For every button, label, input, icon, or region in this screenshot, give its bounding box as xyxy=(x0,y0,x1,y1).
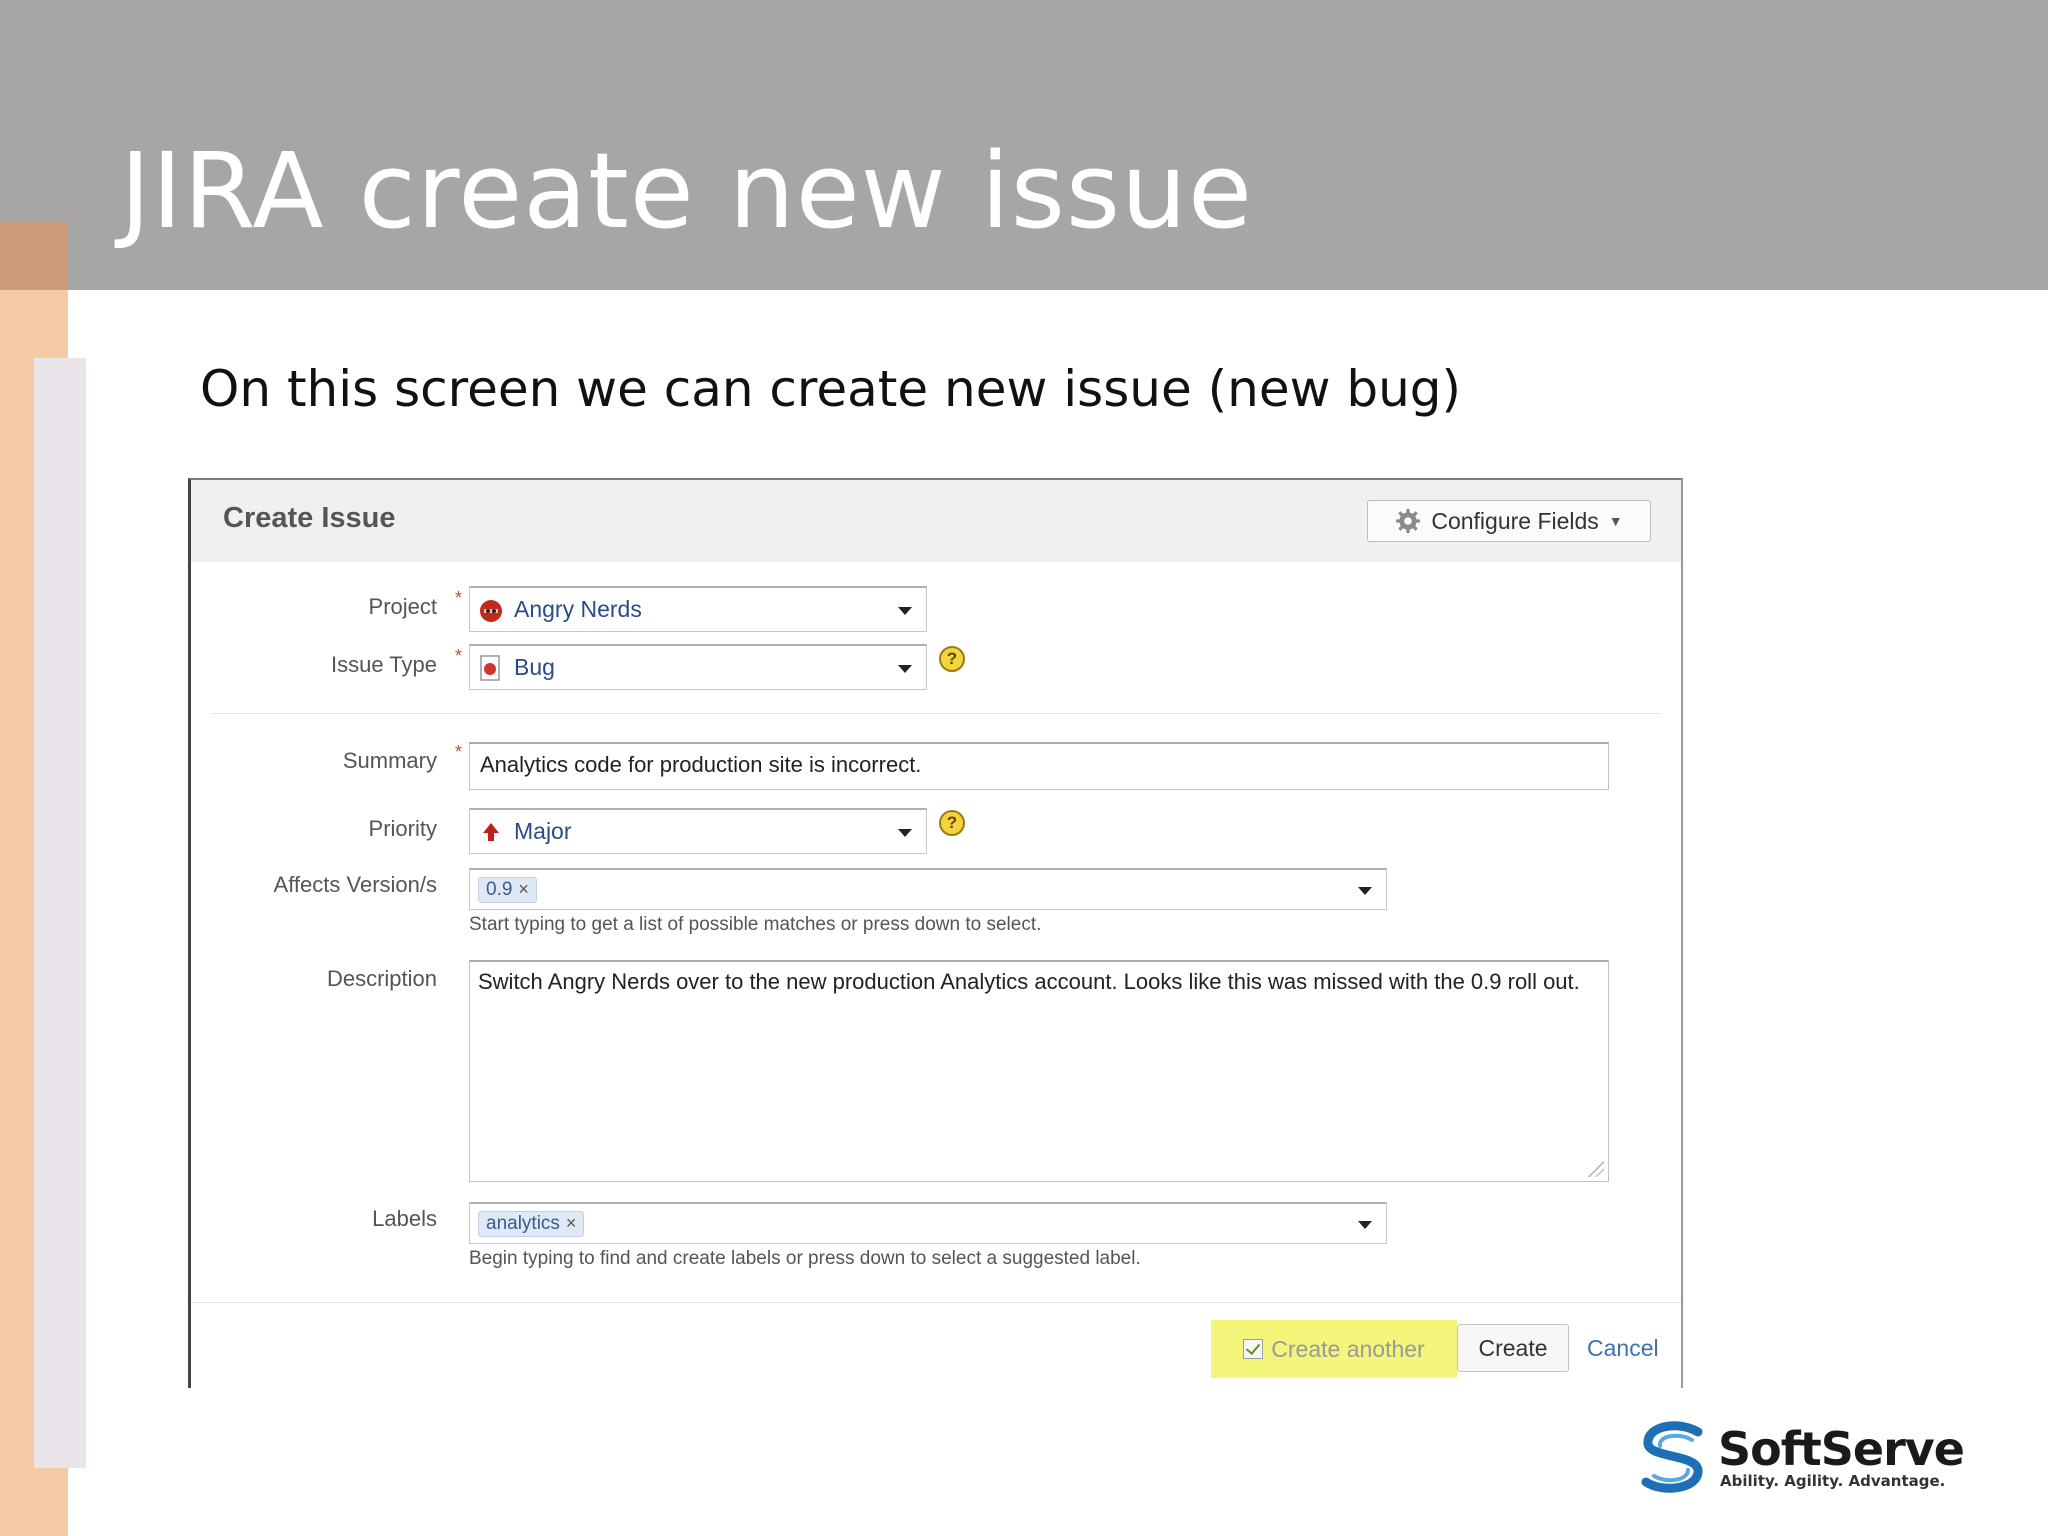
issue-type-select[interactable]: Bug xyxy=(469,644,927,690)
dialog-header: Create Issue Configure Fields ▼ xyxy=(191,480,1681,562)
version-tag-label: 0.9 xyxy=(486,878,513,900)
slide-title: JIRA create new issue xyxy=(120,130,1253,252)
chevron-down-icon: ▼ xyxy=(1608,513,1623,529)
project-label: Project xyxy=(368,594,437,619)
slide-side-stripe xyxy=(34,358,86,1468)
checkbox-checked-icon[interactable] xyxy=(1243,1339,1264,1359)
dialog-title: Create Issue xyxy=(223,502,396,534)
affects-versions-hint: Start typing to get a list of possible m… xyxy=(469,914,1042,935)
gear-icon xyxy=(1396,509,1421,533)
labels-select[interactable]: analytics × xyxy=(469,1202,1387,1244)
footer-divider xyxy=(191,1302,1681,1303)
help-icon[interactable]: ? xyxy=(939,810,965,836)
create-issue-dialog: Create Issue Configure Fields ▼ Project … xyxy=(188,478,1683,1388)
major-priority-arrow-icon xyxy=(478,819,504,845)
create-another-checkbox[interactable]: Create another xyxy=(1211,1320,1457,1378)
description-text: Switch Angry Nerds over to the new produ… xyxy=(478,969,1580,994)
remove-tag-icon[interactable]: × xyxy=(518,879,529,900)
priority-value: Major xyxy=(514,818,572,844)
summary-input[interactable]: Analytics code for production site is in… xyxy=(469,742,1609,790)
softserve-logo: SoftServe Ability. Agility. Advantage. xyxy=(1638,1418,1965,1498)
create-button[interactable]: Create xyxy=(1457,1324,1569,1372)
required-marker: * xyxy=(455,742,463,762)
project-value: Angry Nerds xyxy=(514,596,642,622)
help-icon[interactable]: ? xyxy=(939,646,965,672)
label-tag[interactable]: analytics × xyxy=(478,1210,585,1237)
project-select[interactable]: Angry Nerds xyxy=(469,586,927,632)
chevron-down-icon xyxy=(898,606,912,615)
affects-versions-select[interactable]: 0.9 × xyxy=(469,868,1387,910)
slide-subtitle: On this screen we can create new issue (… xyxy=(200,360,1462,418)
chevron-down-icon xyxy=(1358,886,1372,895)
remove-tag-icon[interactable]: × xyxy=(566,1213,577,1234)
chevron-down-icon xyxy=(1358,1220,1372,1229)
label-tag-label: analytics xyxy=(486,1212,560,1234)
logo-tagline: Ability. Agility. Advantage. xyxy=(1720,1472,1946,1490)
required-marker: * xyxy=(455,588,463,608)
angry-nerds-project-icon xyxy=(478,597,504,623)
resize-handle-icon[interactable] xyxy=(1588,1161,1604,1177)
issue-type-value: Bug xyxy=(514,654,555,680)
affects-versions-label: Affects Version/s xyxy=(273,872,437,897)
create-another-label: Create another xyxy=(1271,1335,1425,1362)
slide-side-accent-top xyxy=(0,222,68,290)
labels-label: Labels xyxy=(372,1206,437,1231)
description-label: Description xyxy=(326,966,437,991)
configure-fields-label: Configure Fields xyxy=(1431,507,1599,534)
description-textarea[interactable]: Switch Angry Nerds over to the new produ… xyxy=(469,960,1609,1182)
cancel-link[interactable]: Cancel xyxy=(1587,1335,1659,1362)
priority-label: Priority xyxy=(368,816,437,841)
issue-type-label: Issue Type xyxy=(331,652,437,677)
labels-hint: Begin typing to find and create labels o… xyxy=(469,1248,1141,1269)
chevron-down-icon xyxy=(898,664,912,673)
priority-select[interactable]: Major xyxy=(469,808,927,854)
chevron-down-icon xyxy=(898,828,912,837)
configure-fields-button[interactable]: Configure Fields ▼ xyxy=(1367,500,1651,542)
summary-label: Summary xyxy=(342,748,437,773)
section-divider xyxy=(211,713,1661,714)
required-marker: * xyxy=(455,646,463,666)
version-tag[interactable]: 0.9 × xyxy=(478,876,537,903)
logo-wordmark: SoftServe xyxy=(1718,1422,1965,1476)
bug-icon xyxy=(478,654,504,681)
softserve-swirl-icon xyxy=(1641,1421,1703,1493)
